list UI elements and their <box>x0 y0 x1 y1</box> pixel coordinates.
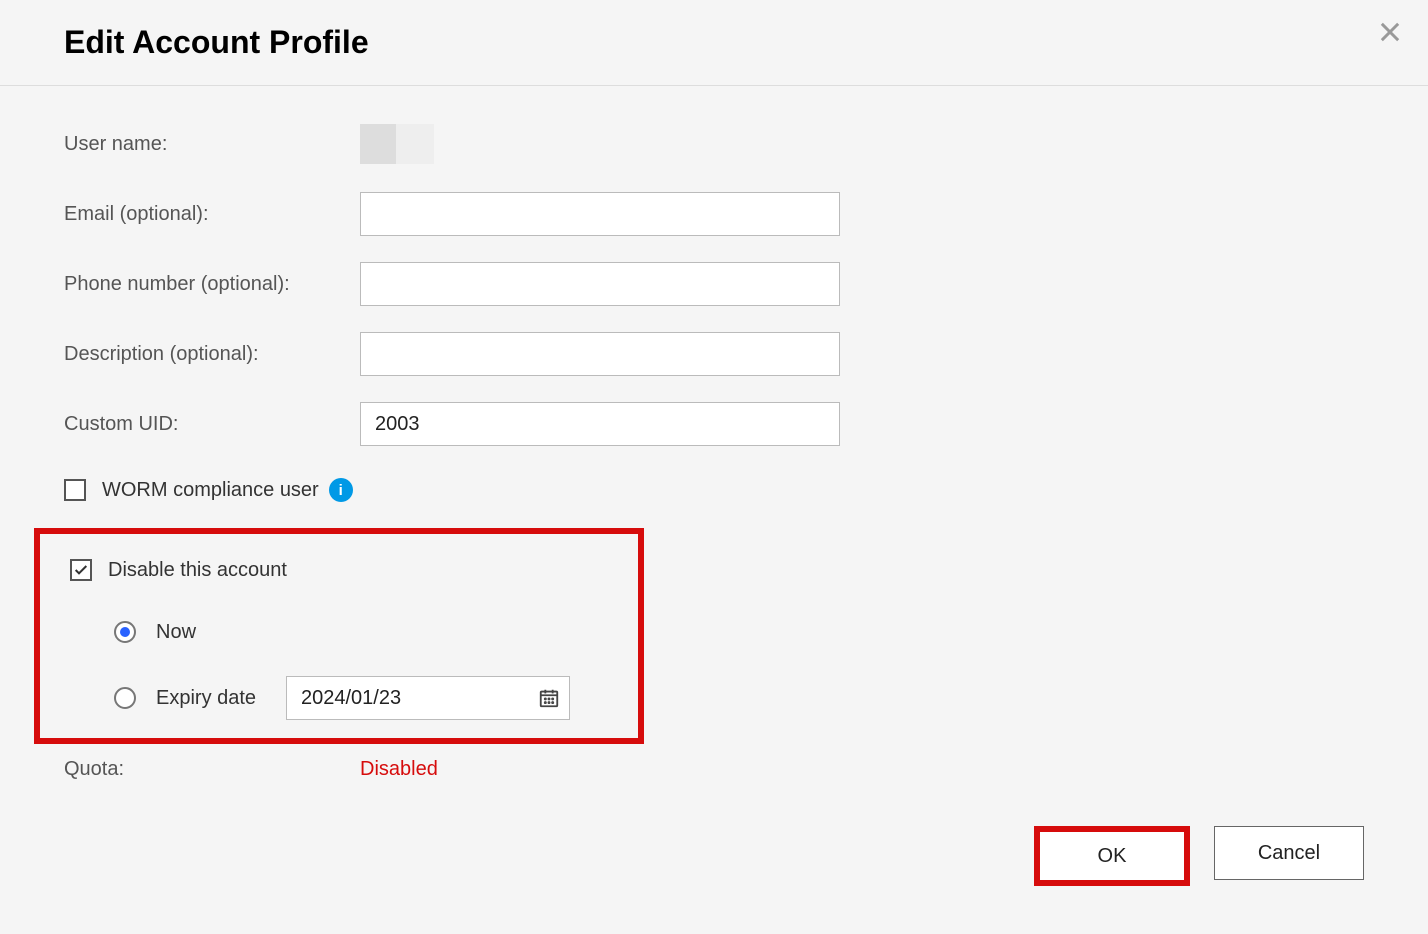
user-name-label: User name: <box>64 133 360 156</box>
disable-account-highlight: Disable this account Now Expiry date <box>34 528 644 744</box>
email-input[interactable] <box>360 192 840 236</box>
worm-label: WORM compliance user <box>102 479 319 502</box>
phone-label: Phone number (optional): <box>64 273 360 296</box>
radio-now[interactable] <box>114 621 136 643</box>
dialog-body: User name: Email (optional): Phone numbe… <box>0 86 1428 817</box>
radio-now-row: Now <box>114 610 638 654</box>
radio-expiry-row: Expiry date <box>114 676 638 720</box>
cancel-button[interactable]: Cancel <box>1214 826 1364 880</box>
worm-checkbox[interactable] <box>64 479 86 501</box>
phone-input[interactable] <box>360 262 840 306</box>
email-row: Email (optional): <box>64 192 1364 236</box>
dialog-title: Edit Account Profile <box>64 24 1364 61</box>
quota-value: Disabled <box>360 758 438 781</box>
user-name-row: User name: <box>64 122 1364 166</box>
expiry-date-input[interactable] <box>286 676 570 720</box>
edit-account-profile-dialog: Edit Account Profile User name: Email (o… <box>0 0 1428 934</box>
radio-expiry[interactable] <box>114 687 136 709</box>
description-row: Description (optional): <box>64 332 1364 376</box>
worm-row: WORM compliance user i <box>64 472 1364 508</box>
quota-row: Quota: Disabled <box>64 758 1364 781</box>
email-label: Email (optional): <box>64 203 360 226</box>
custom-uid-input[interactable] <box>360 402 840 446</box>
info-icon[interactable]: i <box>329 478 353 502</box>
description-label: Description (optional): <box>64 343 360 366</box>
dialog-footer: OK Cancel <box>1034 826 1364 886</box>
disable-label: Disable this account <box>108 559 287 582</box>
dialog-header: Edit Account Profile <box>0 0 1428 86</box>
disable-row: Disable this account <box>70 552 638 588</box>
custom-uid-label: Custom UID: <box>64 413 360 436</box>
ok-button-highlight: OK <box>1034 826 1190 886</box>
quota-label: Quota: <box>64 758 360 781</box>
disable-checkbox[interactable] <box>70 559 92 581</box>
user-name-value-redacted <box>360 124 434 164</box>
description-input[interactable] <box>360 332 840 376</box>
custom-uid-row: Custom UID: <box>64 402 1364 446</box>
phone-row: Phone number (optional): <box>64 262 1364 306</box>
ok-button[interactable]: OK <box>1040 832 1184 880</box>
radio-now-label: Now <box>156 621 286 644</box>
radio-expiry-label: Expiry date <box>156 687 286 710</box>
close-icon[interactable] <box>1376 18 1404 46</box>
expiry-date-wrap <box>286 676 570 720</box>
